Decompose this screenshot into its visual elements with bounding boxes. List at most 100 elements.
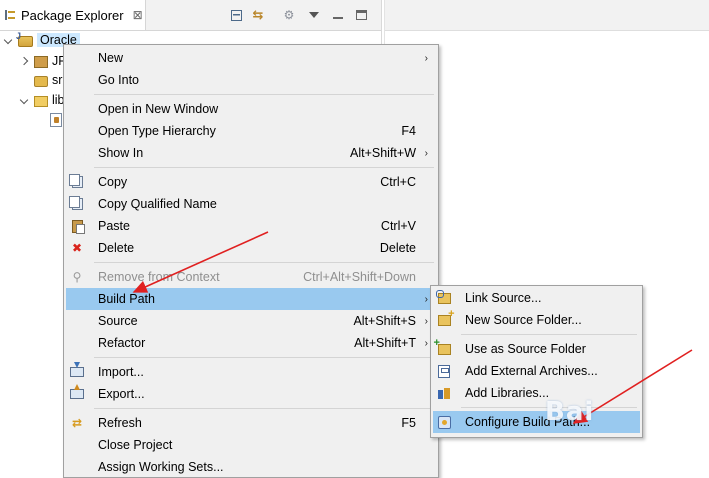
remove-from-context-icon: ⚲: [72, 270, 82, 284]
menu-item-open-type-hierarchy[interactable]: Open Type Hierarchy F4: [66, 120, 436, 142]
submenu-arrow-icon: ›: [424, 337, 428, 349]
menu-item-refresh[interactable]: ⇄ Refresh F5: [66, 412, 436, 434]
export-icon: [69, 384, 85, 402]
view-title: Package Explorer: [21, 7, 124, 23]
editor-tab-bar: [385, 0, 709, 31]
link-editor-icon: ⇆: [252, 7, 264, 22]
menu-item-copy-qualified-name[interactable]: Copy Qualified Name: [66, 193, 436, 215]
gear-icon: ⚙: [283, 8, 295, 22]
menu-item-build-path[interactable]: Build Path ›: [66, 288, 436, 310]
menu-item-assign-working-sets[interactable]: Assign Working Sets...: [66, 456, 436, 478]
minimize-icon: [333, 17, 343, 19]
menu-item-label: Link Source...: [465, 291, 542, 305]
delete-icon: ✖: [71, 241, 83, 255]
menu-separator: [94, 262, 434, 263]
submenu-arrow-icon: ›: [424, 315, 428, 327]
java-project-icon: [16, 31, 33, 47]
close-icon[interactable]: ⊠: [133, 8, 143, 22]
configure-build-path-icon: [436, 414, 452, 430]
source-folder-icon: [34, 76, 48, 87]
menu-item-label: Assign Working Sets...: [98, 460, 224, 474]
menu-separator: [94, 94, 434, 95]
context-menu: New › Go Into Open in New Window Open Ty…: [63, 44, 439, 478]
menu-item-copy[interactable]: Copy Ctrl+C: [66, 171, 436, 193]
new-source-folder-icon: [436, 308, 455, 328]
menu-item-label: Remove from Context: [98, 270, 220, 284]
menu-item-shortcut: Alt+Shift+S: [353, 314, 416, 328]
expand-toggle-icon[interactable]: [4, 35, 14, 45]
tree-item-lib[interactable]: lib: [20, 90, 65, 110]
menu-separator: [461, 334, 637, 335]
import-icon: [69, 362, 85, 380]
menu-item-use-as-source-folder[interactable]: Use as Source Folder: [433, 337, 640, 360]
menu-item-label: Build Path: [98, 292, 155, 306]
menu-item-show-in[interactable]: Show In Alt+Shift+W ›: [66, 142, 436, 164]
jar-file-icon: [50, 113, 62, 127]
tree-item-label: sr: [52, 73, 63, 87]
tree-item-src[interactable]: sr: [34, 70, 62, 90]
menu-item-label: Go Into: [98, 73, 139, 87]
copy-qualified-name-icon: [68, 196, 85, 212]
menu-item-label: Add External Archives...: [465, 364, 598, 378]
use-as-source-folder-icon: [434, 337, 452, 357]
menu-item-label: Source: [98, 314, 138, 328]
submenu-arrow-icon: ›: [424, 147, 428, 159]
menu-item-link-source[interactable]: Link Source...: [433, 287, 640, 309]
menu-item-label: Open Type Hierarchy: [98, 124, 216, 138]
menu-item-label: Refresh: [98, 416, 142, 430]
menu-item-label: Delete: [98, 241, 135, 255]
menu-item-label: Close Project: [98, 438, 173, 452]
menu-separator: [94, 167, 434, 168]
menu-item-paste[interactable]: Paste Ctrl+V: [66, 215, 436, 237]
menu-item-shortcut: F4: [401, 124, 416, 138]
collapse-all-icon: [230, 9, 242, 21]
menu-item-label: Add Libraries...: [465, 386, 550, 400]
menu-separator: [94, 408, 434, 409]
view-menu-button[interactable]: [306, 7, 322, 23]
menu-item-label: Open in New Window: [98, 102, 219, 116]
collapse-all-button[interactable]: [228, 7, 244, 23]
link-source-icon: [435, 289, 452, 306]
minimize-button[interactable]: [330, 7, 346, 23]
refresh-icon: ⇄: [71, 416, 83, 430]
menu-item-label: Copy Qualified Name: [98, 197, 217, 211]
archive-icon: [436, 363, 452, 379]
menu-item-refactor[interactable]: Refactor Alt+Shift+T ›: [66, 332, 436, 354]
menu-separator: [94, 357, 434, 358]
submenu-arrow-icon: ›: [424, 52, 428, 64]
link-with-editor-button[interactable]: ⇆: [250, 7, 266, 23]
menu-item-close-project[interactable]: Close Project: [66, 434, 436, 456]
menu-item-new[interactable]: New ›: [66, 47, 436, 69]
expand-toggle-icon[interactable]: [20, 56, 30, 66]
menu-item-source[interactable]: Source Alt+Shift+S ›: [66, 310, 436, 332]
tree-item-jre[interactable]: JR: [20, 51, 67, 71]
menu-item-label: Export...: [98, 387, 145, 401]
menu-item-import[interactable]: Import...: [66, 361, 436, 383]
menu-item-shortcut: F5: [401, 416, 416, 430]
menu-item-shortcut: Delete: [379, 241, 416, 255]
menu-item-new-source-folder[interactable]: New Source Folder...: [433, 308, 640, 331]
menu-item-open-in-new-window[interactable]: Open in New Window: [66, 98, 436, 120]
menu-item-label: Refactor: [98, 336, 146, 350]
chevron-down-icon: [309, 12, 319, 18]
menu-item-remove-from-context: ⚲ Remove from Context Ctrl+Alt+Shift+Dow…: [66, 266, 436, 288]
expand-toggle-icon[interactable]: [20, 95, 30, 105]
maximize-icon: [355, 10, 367, 20]
menu-item-shortcut: Ctrl+Alt+Shift+Down: [303, 270, 416, 284]
menu-item-add-external-archives[interactable]: Add External Archives...: [433, 360, 640, 382]
menu-item-label: Use as Source Folder: [465, 342, 586, 356]
view-settings-button[interactable]: ⚙: [281, 7, 297, 23]
menu-item-delete[interactable]: ✖ Delete Delete: [66, 237, 436, 259]
paste-icon: [69, 218, 85, 234]
maximize-button[interactable]: [353, 7, 369, 23]
package-explorer-tab[interactable]: Package Explorer ⊠: [0, 0, 146, 30]
view-tab-bar: Package Explorer ⊠ ⇆ ⚙: [0, 0, 381, 31]
menu-item-label: New: [98, 51, 124, 65]
package-explorer-icon: [4, 9, 16, 21]
jre-library-icon: [34, 56, 48, 68]
menu-item-export[interactable]: Export...: [66, 383, 436, 405]
menu-item-shortcut: Alt+Shift+W: [350, 146, 416, 160]
menu-item-go-into[interactable]: Go Into: [66, 69, 436, 91]
menu-item-shortcut: Alt+Shift+T: [354, 336, 416, 350]
menu-item-label: New Source Folder...: [465, 313, 582, 327]
